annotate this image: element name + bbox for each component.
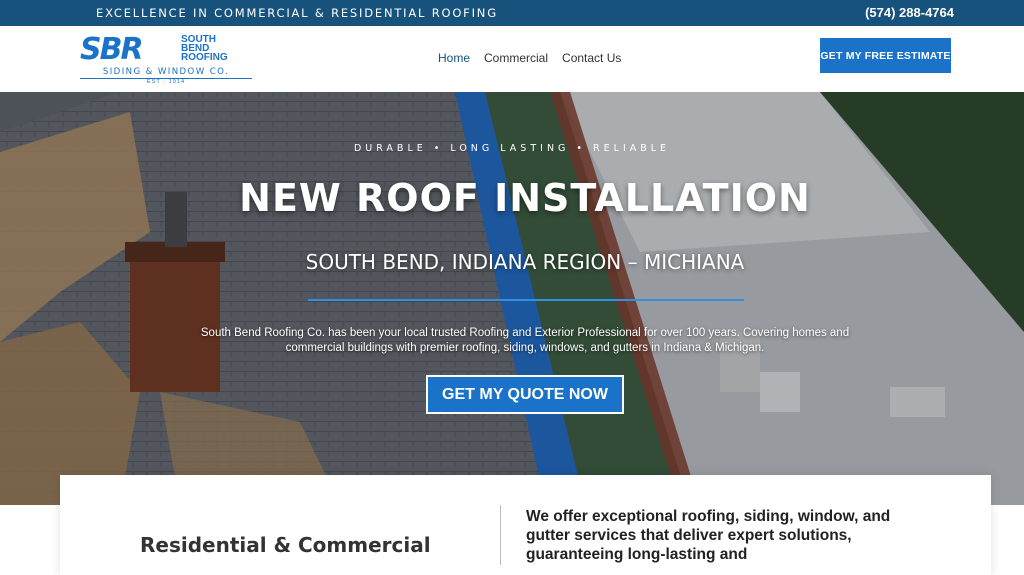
nav-item-commercial[interactable]: Commercial <box>484 51 548 65</box>
logo-monogram: SBR <box>80 32 144 67</box>
hero-kicker: DURABLE • LONG LASTING • RELIABLE <box>353 143 671 154</box>
hero-region: SOUTH BEND, INDIANA REGION – MICHIANA <box>305 250 745 274</box>
services-intro: We offer exceptional roofing, siding, wi… <box>526 508 891 563</box>
logo-name: SOUTH BEND ROOFING <box>181 34 228 63</box>
hero-divider <box>308 299 744 301</box>
nav-item-contact-us[interactable]: Contact Us <box>562 51 621 65</box>
company-logo[interactable]: SBR SOUTH BEND ROOFING SIDING & WINDOW C… <box>80 34 252 86</box>
hero-description: South Bend Roofing Co. has been your loc… <box>200 327 850 354</box>
panel-divider <box>500 505 501 565</box>
hero-title: NEW ROOF INSTALLATION <box>239 176 811 220</box>
tagline: EXCELLENCE IN COMMERCIAL & RESIDENTIAL R… <box>96 6 498 20</box>
main-nav: Home Commercial Contact Us <box>438 51 621 65</box>
phone-link[interactable]: (574) 288-4764 <box>865 5 954 20</box>
services-heading: Residential & Commercial <box>140 533 431 557</box>
top-bar: EXCELLENCE IN COMMERCIAL & RESIDENTIAL R… <box>0 0 1024 26</box>
hero-section: DURABLE • LONG LASTING • RELIABLE NEW RO… <box>0 92 1024 505</box>
intro-panel: Residential & Commercial We offer except… <box>60 475 991 575</box>
logo-established: EST · 1914 <box>146 79 186 85</box>
logo-subtitle: SIDING & WINDOW CO. <box>102 67 230 77</box>
nav-item-home[interactable]: Home <box>438 51 470 65</box>
site-header: SBR SOUTH BEND ROOFING SIDING & WINDOW C… <box>0 26 1024 92</box>
free-estimate-button[interactable]: GET MY FREE ESTIMATE <box>820 38 951 73</box>
get-quote-button[interactable]: GET MY QUOTE NOW <box>426 375 624 414</box>
